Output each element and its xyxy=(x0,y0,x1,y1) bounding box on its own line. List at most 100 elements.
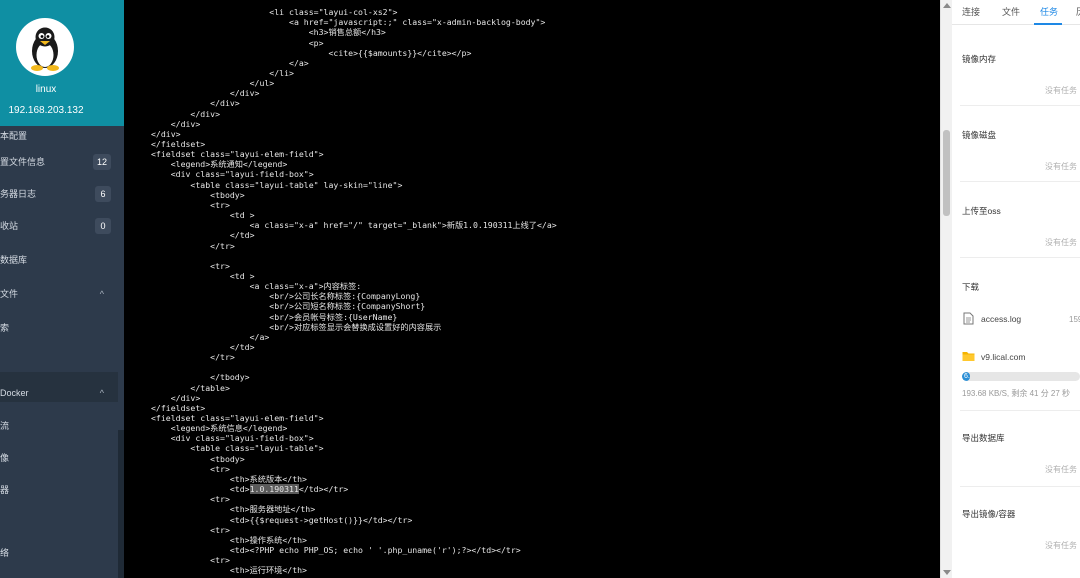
sidebar-item-label: 络 xyxy=(0,548,10,558)
active-tab-indicator xyxy=(1034,23,1062,25)
download-file-size: 159 xyxy=(1069,315,1080,324)
code-line: <tr> xyxy=(151,260,230,271)
code-line: </td> xyxy=(151,341,255,352)
code-line: </tr> xyxy=(151,352,235,363)
code-line: <td > xyxy=(151,210,255,220)
empty-note-mirror-disk: 没有任务 xyxy=(1045,162,1077,171)
sidebar-item-label: Docker xyxy=(0,388,29,398)
scroll-down-icon[interactable] xyxy=(943,570,951,575)
penguin-icon xyxy=(31,27,59,71)
sidebar-item-label: 索 xyxy=(0,323,10,333)
section-title-mirror-memory: 镜像内存 xyxy=(962,54,997,64)
panel-tabs: 连接 文件 任务 历 xyxy=(952,0,1080,25)
code-line: <a class="x-a">内容标签: xyxy=(151,281,362,292)
code-line: <td>{{$request->getHost()}}</td></tr> xyxy=(151,514,413,525)
sidebar-item-count-badge: 12 xyxy=(92,154,111,170)
download-progress-percent: 6. xyxy=(964,373,970,380)
chevron-up-icon[interactable]: ^ xyxy=(100,288,104,300)
code-line: <br/>会员帐号标签:{UserName} xyxy=(151,311,398,322)
code-line: <fieldset class="layui-elem-field"> xyxy=(151,149,324,160)
empty-note-upload-oss: 没有任务 xyxy=(1045,238,1077,247)
section-divider xyxy=(960,181,1080,182)
section-title-upload-oss: 上传至oss xyxy=(962,206,1001,216)
section-divider xyxy=(960,486,1080,487)
sidebar-item-label: 流 xyxy=(0,421,10,431)
scroll-up-icon[interactable] xyxy=(943,3,951,8)
download-progress-bar: 6. xyxy=(962,372,1080,381)
sidebar: linux 192.168.203.132 本配置 置文件信息 12 务器日志 6 收站 0… xyxy=(0,0,124,578)
sidebar-item-count-badge: 0 xyxy=(95,218,111,234)
code-line: </a> xyxy=(151,331,270,342)
code-line: <table class="layui-table" lay-skin="lin… xyxy=(151,179,403,190)
code-line: <th>服务器地址</th> xyxy=(151,504,316,515)
folder-icon xyxy=(962,350,975,364)
code-line: <li class="layui-col-xs2"> xyxy=(151,7,398,17)
selected-text: 1.0.190311 xyxy=(249,484,299,495)
code-viewer[interactable]: <li class="layui-col-xs2"> <a href="java… xyxy=(124,0,940,578)
code-line: </div> xyxy=(151,392,201,403)
code-line: </div> xyxy=(151,118,201,129)
code-line: </fieldset> xyxy=(151,139,206,149)
code-line: <th>操作系统</th> xyxy=(151,534,307,545)
sidebar-item-count-badge: 6 xyxy=(95,186,111,202)
code-line: </div> xyxy=(151,98,240,109)
sidebar-item-label: 置文件信息 xyxy=(0,157,46,167)
sidebar-item-label: 像 xyxy=(0,453,10,463)
code-line: <br/>公司短名称标签:{CompanyShort} xyxy=(151,301,426,312)
code-line: </table> xyxy=(151,382,230,393)
code-line: <th>系统版本</th> xyxy=(151,473,307,484)
profile-header: linux 192.168.203.132 xyxy=(0,0,124,126)
section-title-download: 下载 xyxy=(962,282,980,292)
code-line: <td><?PHP echo PHP_OS; echo ' '.php_unam… xyxy=(151,545,521,555)
code-line: </tbody> xyxy=(151,372,250,383)
code-line: </tr> xyxy=(151,240,235,251)
code-line: </div> xyxy=(151,128,181,139)
download-folder-name: v9.lical.com xyxy=(981,352,1026,362)
section-divider xyxy=(960,105,1080,106)
code-line: <tr> xyxy=(151,463,230,474)
code-line: </a> xyxy=(151,57,309,68)
tab-history[interactable]: 历 xyxy=(1076,0,1080,25)
code-line: <legend>系统通知</legend> xyxy=(151,159,288,170)
code-line: <h3>销售总额</h3> xyxy=(151,27,386,38)
code-line: <th>运行环境</th> xyxy=(151,565,307,576)
scrollbar-thumb[interactable] xyxy=(943,130,950,216)
tab-tasks[interactable]: 任务 xyxy=(1040,0,1058,25)
code-scrollbar[interactable] xyxy=(940,0,952,578)
empty-note-export-db: 没有任务 xyxy=(1045,465,1077,474)
code-line: <tbody> xyxy=(151,189,245,200)
sidebar-item-label: 器 xyxy=(0,485,10,495)
sidebar-item-label: 数据库 xyxy=(0,255,28,265)
profile-name: linux xyxy=(35,84,57,95)
code-line: <tr> xyxy=(151,524,230,535)
code-line: </div> xyxy=(151,88,260,99)
tab-files[interactable]: 文件 xyxy=(1002,0,1020,25)
sidebar-item-label: 收站 xyxy=(0,221,19,231)
task-panel: 连接 文件 任务 历 镜像内存 没有任务 镜像磁盘 没有任务 上传至oss 没有… xyxy=(952,0,1080,578)
code-line: </li> xyxy=(151,67,294,78)
code-line: </td> xyxy=(151,230,255,241)
code-line: </div> xyxy=(151,108,221,119)
code-line: </ul> xyxy=(151,78,275,88)
chevron-up-icon[interactable]: ^ xyxy=(100,387,104,399)
section-divider xyxy=(960,410,1080,411)
code-line: <tr> xyxy=(151,555,230,566)
code-line: <fieldset class="layui-elem-field"> xyxy=(151,413,324,423)
code-line: <div class="layui-field-box"> xyxy=(151,169,314,180)
code-line: <br/>公司长名称标签:{CompanyLong} xyxy=(151,291,421,302)
empty-note-export-image: 没有任务 xyxy=(1045,541,1077,550)
sidebar-menu: 本配置 置文件信息 12 务器日志 6 收站 0 数据库 文件 ^ 索 Docker ^ 流像器络 xyxy=(0,126,124,578)
section-title-mirror-disk: 镜像磁盘 xyxy=(962,130,997,140)
code-line: <tbody> xyxy=(151,453,245,464)
linux-penguin-avatar[interactable] xyxy=(16,18,74,76)
code-line: <td > xyxy=(151,270,255,281)
code-line: </fieldset> xyxy=(151,402,206,413)
empty-note-mirror-memory: 没有任务 xyxy=(1045,86,1077,95)
code-line: <p> xyxy=(151,37,324,48)
file-icon xyxy=(962,312,974,327)
sidebar-item-label: 务器日志 xyxy=(0,189,37,199)
tab-connection[interactable]: 连接 xyxy=(962,0,980,25)
profile-ip: 192.168.203.132 xyxy=(8,105,84,116)
code-line: <tr> xyxy=(151,199,230,210)
section-title-export-db: 导出数据库 xyxy=(962,433,1005,443)
